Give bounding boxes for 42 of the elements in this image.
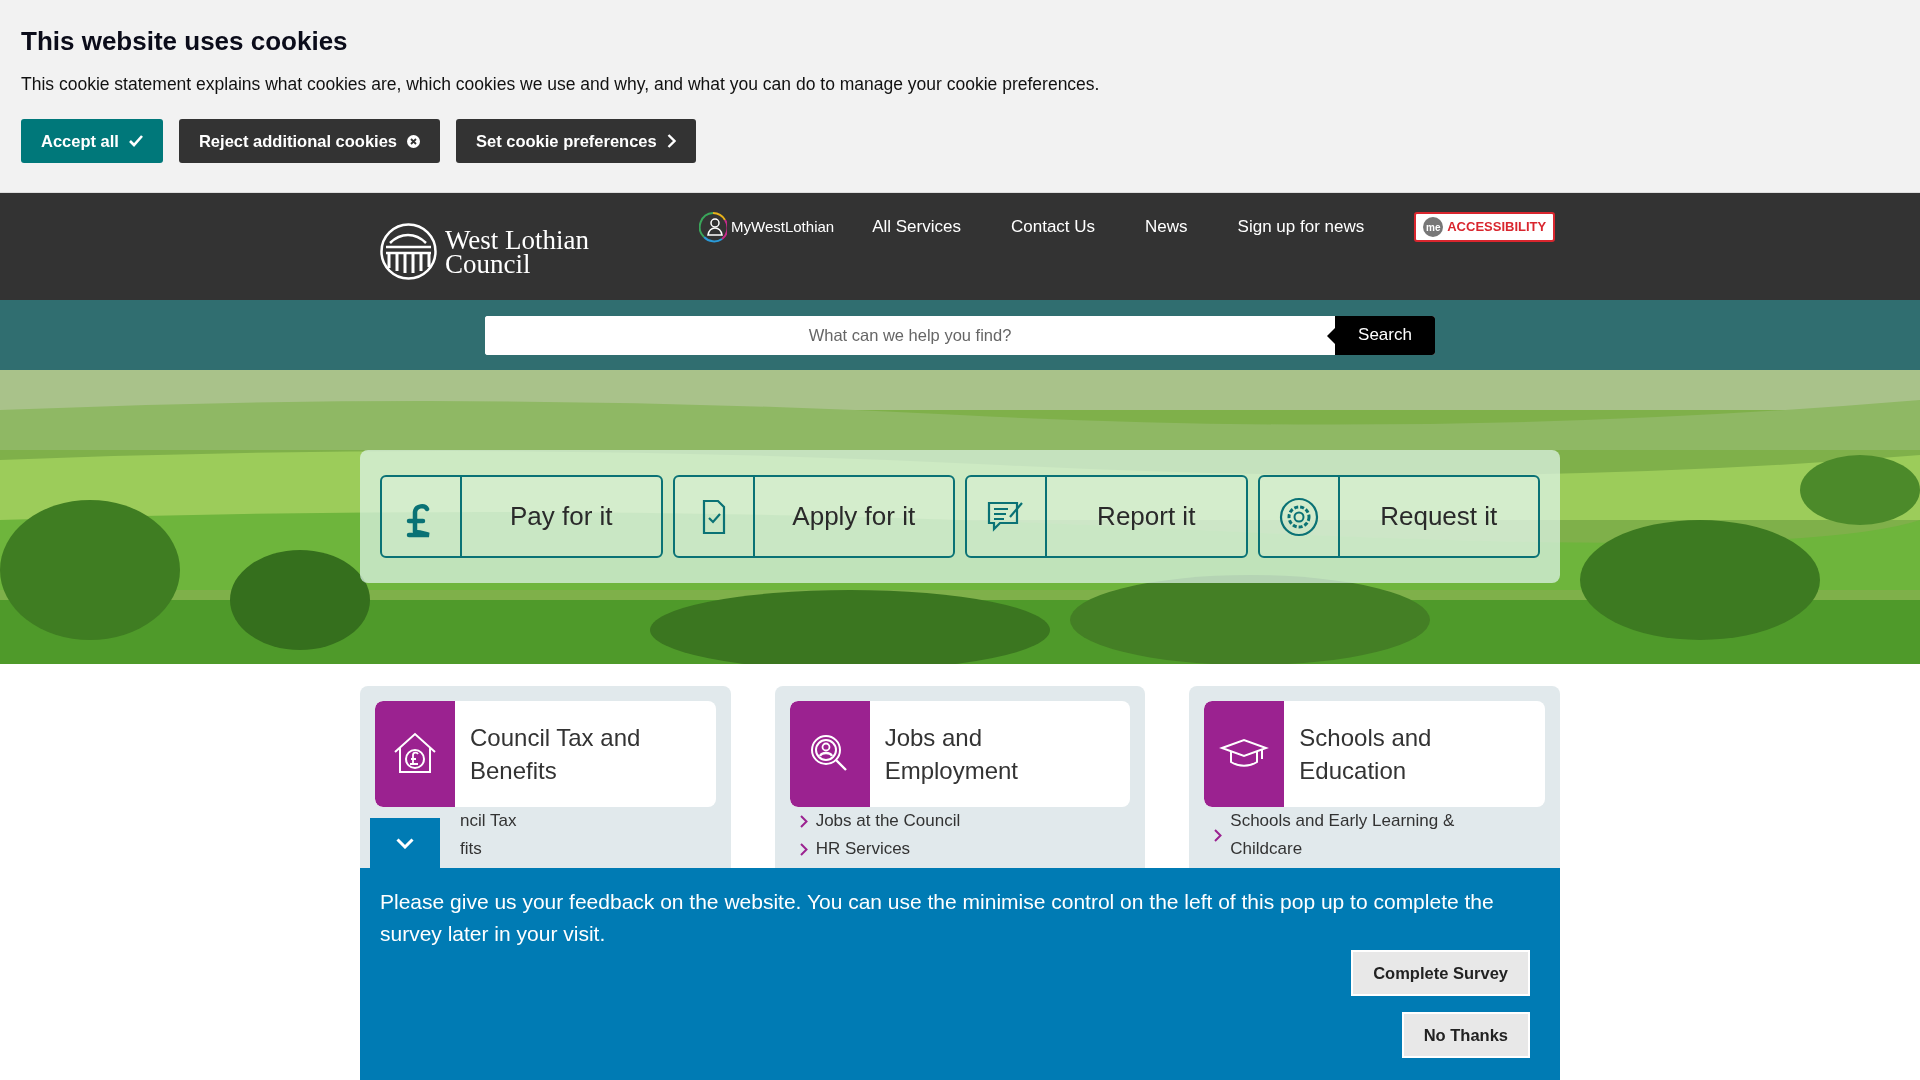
chevron-right-icon bbox=[666, 134, 676, 149]
service-link[interactable]: Schools and Early Learning & Childcare bbox=[1230, 807, 1493, 863]
nav-link[interactable]: Contact Us bbox=[1010, 214, 1096, 240]
nav-link[interactable]: Sign up for news bbox=[1237, 214, 1365, 240]
service-heading[interactable]: Jobs and Employment bbox=[789, 701, 1131, 807]
accessibility-button[interactable]: me ACCESSIBILITY bbox=[1414, 212, 1556, 242]
feedback-text: Please give us your feedback on the website. You can use the minimise control on the left of this pop up to complete the survey later in your visit. bbox=[380, 889, 1495, 947]
service-link[interactable]: HR Services bbox=[815, 835, 911, 863]
banner-text: This cookie statement explains what cookies are, which cookies we use and why, and what you can do to manage your cookie preferences. bbox=[21, 73, 1101, 97]
check-icon bbox=[128, 135, 143, 148]
action-tile[interactable]: Request it bbox=[1257, 475, 1540, 558]
pointer-icon bbox=[1327, 327, 1335, 344]
minimise-button[interactable] bbox=[370, 818, 440, 868]
service-link[interactable]: fits bbox=[460, 835, 482, 863]
logo-text: West Lothian bbox=[445, 227, 590, 252]
speech-bubble-icon: me bbox=[1423, 217, 1444, 237]
cookie-button[interactable]: Set cookie preferences bbox=[456, 119, 696, 164]
nav-link[interactable]: All Services bbox=[872, 214, 961, 240]
service-heading[interactable]: Council Tax and Benefits bbox=[375, 701, 716, 807]
survey-button[interactable]: Complete Survey bbox=[1351, 950, 1530, 996]
viaduct-icon bbox=[380, 223, 437, 280]
cookie-button[interactable]: Reject additional cookies bbox=[178, 119, 440, 164]
action-tile[interactable]: Apply for it bbox=[672, 475, 955, 558]
chevron-down-icon bbox=[396, 837, 414, 849]
chevron-right-icon bbox=[1214, 828, 1223, 842]
service-link[interactable]: Jobs at the Council bbox=[815, 807, 961, 835]
action-tile[interactable]: Report it bbox=[965, 475, 1248, 558]
logo-text: Council bbox=[445, 251, 531, 276]
chevron-right-icon bbox=[799, 814, 808, 828]
user-icon bbox=[699, 211, 728, 243]
banner-title: This website uses cookies bbox=[21, 26, 349, 58]
site-logo[interactable]: West Lothian Council bbox=[380, 223, 590, 280]
cookie-button[interactable]: Accept all bbox=[21, 119, 163, 164]
search-field[interactable]: What can we help you find? Search bbox=[485, 315, 1435, 355]
nav-link[interactable]: News bbox=[1145, 214, 1188, 240]
chevron-right-icon bbox=[799, 842, 808, 856]
account-link[interactable]: MyWestLothian bbox=[699, 211, 835, 243]
close-icon bbox=[407, 134, 420, 148]
survey-button[interactable]: No Thanks bbox=[1401, 1012, 1530, 1058]
service-link[interactable]: ncil Tax bbox=[460, 807, 517, 835]
action-tile[interactable]: Pay for it bbox=[380, 475, 663, 558]
service-heading[interactable]: Schools and Education bbox=[1204, 701, 1545, 807]
